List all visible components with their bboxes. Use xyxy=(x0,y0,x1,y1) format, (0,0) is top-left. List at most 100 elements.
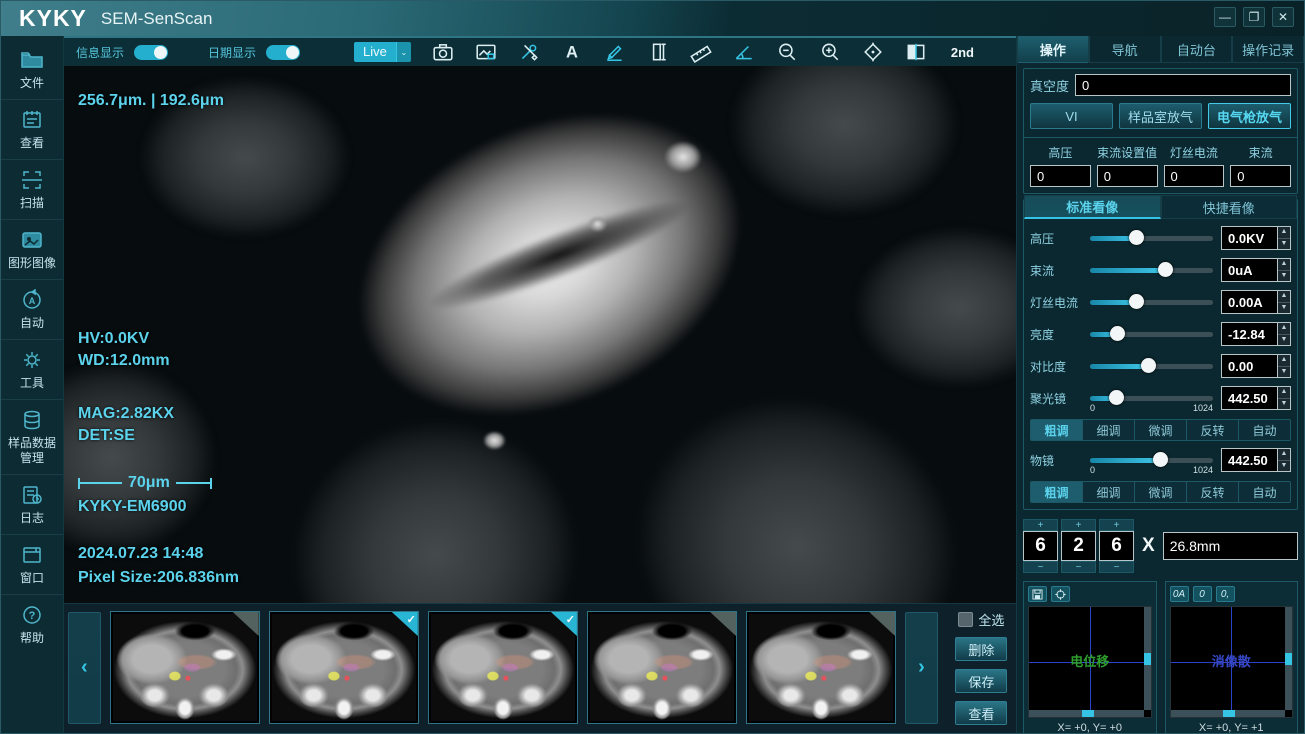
pen-icon[interactable] xyxy=(604,41,626,63)
spin-down[interactable]: ▼ xyxy=(1278,399,1290,410)
text-annotation-icon[interactable]: A xyxy=(561,41,583,63)
strip-prev-button[interactable]: ‹ xyxy=(68,612,101,724)
sidebar-item-view[interactable]: 查看 xyxy=(1,100,63,160)
sem-image-viewport[interactable]: 256.7μm. | 192.6μm HV:0.0KV WD:12.0mm MA… xyxy=(64,66,1016,603)
digit-increment-button[interactable]: + xyxy=(1099,519,1134,531)
invert-button[interactable]: 反转 xyxy=(1187,420,1239,440)
sidebar-item-sample-data[interactable]: 样品数据管理 xyxy=(1,400,63,475)
thumbnail-2[interactable]: ✓ xyxy=(269,611,419,724)
second-mode-label[interactable]: 2nd xyxy=(951,45,974,60)
camera-icon[interactable] xyxy=(432,41,454,63)
hv-slider-thumb[interactable] xyxy=(1129,230,1144,245)
gun-vent-button[interactable]: 电气枪放气 xyxy=(1208,103,1291,129)
stig-a-icon[interactable]: 0A xyxy=(1170,586,1189,602)
hv-slider-track[interactable] xyxy=(1090,236,1213,241)
info-display-toggle[interactable] xyxy=(134,45,168,60)
angle-measure-icon[interactable] xyxy=(733,41,755,63)
condenser-value-box[interactable]: 442.50 xyxy=(1221,386,1277,410)
thumbnail-5[interactable]: ✓ xyxy=(746,611,896,724)
hv-value-box[interactable]: 0.0KV xyxy=(1221,226,1277,250)
spin-down[interactable]: ▼ xyxy=(1278,367,1290,378)
tab-navigation[interactable]: 导航 xyxy=(1089,36,1161,63)
vacuum-value-field[interactable]: 0 xyxy=(1075,74,1291,96)
tab-operation[interactable]: 操作 xyxy=(1017,36,1089,63)
spin-up[interactable]: ▲ xyxy=(1278,449,1290,461)
contrast-slider-thumb[interactable] xyxy=(1141,358,1156,373)
spin-down[interactable]: ▼ xyxy=(1278,303,1290,314)
stig-o2-icon[interactable]: 0, xyxy=(1216,586,1235,602)
spin-down[interactable]: ▼ xyxy=(1278,271,1290,282)
fine-button[interactable]: 细调 xyxy=(1083,482,1135,502)
tab-operation-log[interactable]: 操作记录 xyxy=(1232,36,1304,63)
strip-next-button[interactable]: › xyxy=(905,612,938,724)
brightness-value-box[interactable]: -12.84 xyxy=(1221,322,1277,346)
thumbnail-1[interactable]: ✓ xyxy=(110,611,260,724)
chamber-vent-button[interactable]: 样品室放气 xyxy=(1119,103,1202,129)
delete-button[interactable]: 删除 xyxy=(955,637,1007,661)
filament-slider-track[interactable] xyxy=(1090,300,1213,305)
filament-value-box[interactable]: 0.00A xyxy=(1221,290,1277,314)
horizontal-scrollbar[interactable] xyxy=(1029,710,1144,717)
zoom-in-icon[interactable] xyxy=(819,41,841,63)
vertical-scrollbar[interactable] xyxy=(1144,607,1151,710)
tools-icon[interactable] xyxy=(518,41,540,63)
micro-button[interactable]: 微调 xyxy=(1135,420,1187,440)
tab-quick-imaging[interactable]: 快捷看像 xyxy=(1161,195,1298,219)
save-icon[interactable] xyxy=(1028,586,1047,602)
live-button[interactable]: Live xyxy=(354,42,396,62)
beam-slider-thumb[interactable] xyxy=(1158,262,1173,277)
spin-down[interactable]: ▼ xyxy=(1278,461,1290,472)
stigmator-field[interactable]: 消像散 xyxy=(1170,606,1294,718)
live-dropdown[interactable]: ⌄ xyxy=(396,42,411,62)
target-icon[interactable] xyxy=(862,41,884,63)
date-display-toggle[interactable] xyxy=(266,45,300,60)
beam-set-readout-field[interactable]: 0 xyxy=(1097,165,1158,187)
digit-increment-button[interactable]: + xyxy=(1061,519,1096,531)
tab-standard-imaging[interactable]: 标准看像 xyxy=(1024,195,1161,219)
digit-decrement-button[interactable]: − xyxy=(1061,561,1096,573)
vertical-measure-icon[interactable] xyxy=(647,41,669,63)
sidebar-item-auto[interactable]: A 自动 xyxy=(1,280,63,340)
micro-button[interactable]: 微调 xyxy=(1135,482,1187,502)
sidebar-item-graphics[interactable]: 图形图像 xyxy=(1,220,63,280)
digit-decrement-button[interactable]: − xyxy=(1023,561,1058,573)
invert-button[interactable]: 反转 xyxy=(1187,482,1239,502)
spin-up[interactable]: ▲ xyxy=(1278,259,1290,271)
split-view-icon[interactable] xyxy=(905,41,927,63)
coarse-button[interactable]: 粗调 xyxy=(1031,420,1083,440)
sidebar-item-tools[interactable]: 工具 xyxy=(1,340,63,400)
tab-auto-stage[interactable]: 自动台 xyxy=(1161,36,1233,63)
minimize-button[interactable]: — xyxy=(1214,7,1236,27)
vi-button[interactable]: VI xyxy=(1030,103,1113,129)
vertical-scrollbar[interactable] xyxy=(1285,607,1292,710)
hv-readout-field[interactable]: 0 xyxy=(1030,165,1091,187)
beam-readout-field[interactable]: 0 xyxy=(1230,165,1291,187)
working-distance-field[interactable]: 26.8mm xyxy=(1163,532,1298,560)
target-icon[interactable] xyxy=(1051,586,1070,602)
zoom-out-icon[interactable] xyxy=(776,41,798,63)
spin-down[interactable]: ▼ xyxy=(1278,239,1290,250)
fine-button[interactable]: 细调 xyxy=(1083,420,1135,440)
spin-up[interactable]: ▲ xyxy=(1278,291,1290,303)
objective-value-box[interactable]: 442.50 xyxy=(1221,448,1277,472)
select-all-checkbox[interactable]: 全选 xyxy=(958,610,1004,629)
close-button[interactable]: ✕ xyxy=(1272,7,1294,27)
beam-shift-field[interactable]: 电位移 xyxy=(1028,606,1152,718)
sidebar-item-window[interactable]: 窗口 xyxy=(1,535,63,595)
sidebar-item-scan[interactable]: 扫描 xyxy=(1,160,63,220)
brightness-slider-thumb[interactable] xyxy=(1110,326,1125,341)
spin-down[interactable]: ▼ xyxy=(1278,335,1290,346)
display-capture-icon[interactable] xyxy=(475,41,497,63)
sidebar-item-file[interactable]: 文件 xyxy=(1,40,63,100)
coarse-button[interactable]: 粗调 xyxy=(1031,482,1083,502)
horizontal-scrollbar[interactable] xyxy=(1171,710,1286,717)
spin-up[interactable]: ▲ xyxy=(1278,387,1290,399)
digit-decrement-button[interactable]: − xyxy=(1099,561,1134,573)
beam-slider-track[interactable] xyxy=(1090,268,1213,273)
digit-increment-button[interactable]: + xyxy=(1023,519,1058,531)
contrast-value-box[interactable]: 0.00 xyxy=(1221,354,1277,378)
auto-button[interactable]: 自动 xyxy=(1239,482,1290,502)
beam-value-box[interactable]: 0uA xyxy=(1221,258,1277,282)
maximize-button[interactable]: ❐ xyxy=(1243,7,1265,27)
ruler-icon[interactable] xyxy=(690,41,712,63)
